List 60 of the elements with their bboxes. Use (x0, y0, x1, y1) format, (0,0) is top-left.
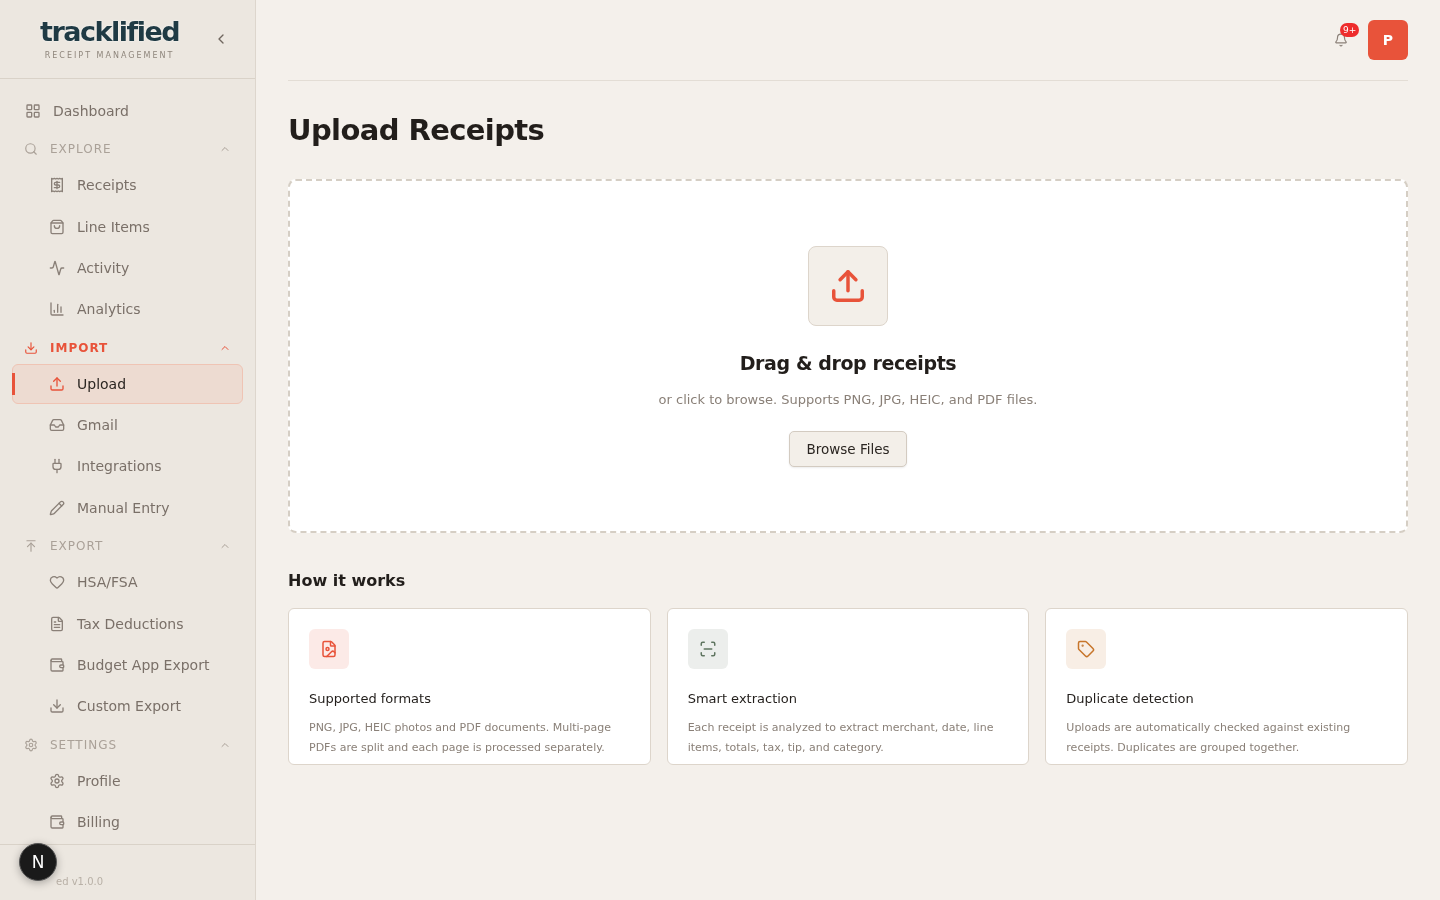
menu-icon (49, 177, 65, 194)
dropzone-hint: or click to browse. Supports PNG, JPG, HEIC, and PDF files. (658, 391, 1038, 407)
notification-count: 9+ (1340, 23, 1360, 37)
sidebar-item[interactable]: Custom Export (12, 686, 243, 726)
sidebar-item[interactable]: Dashboard (12, 91, 243, 131)
menu-icon (49, 615, 65, 632)
scan-icon (687, 629, 728, 669)
menu-icon (49, 499, 65, 516)
sidebar-item[interactable]: HSA/FSA (12, 562, 243, 603)
sidebar-item[interactable]: Budget App Export (12, 645, 243, 685)
dropzone-title: Drag & drop receipts (739, 351, 957, 374)
avatar-button[interactable]: P (1368, 20, 1408, 60)
logo-tagline: RECEIPT MANAGEMENT (44, 51, 175, 60)
tag-icon (1066, 629, 1107, 669)
sidebar-item[interactable]: Analytics (12, 289, 243, 329)
sidebar-item[interactable]: Billing (12, 802, 243, 842)
section-icon (24, 737, 38, 752)
sidebar-item[interactable]: Tax Deductions (12, 604, 243, 644)
sidebar-item[interactable]: Integrations (12, 446, 243, 487)
menu-icon (49, 375, 65, 392)
section-icon (24, 539, 38, 554)
sidebar-item[interactable]: Profile (12, 761, 243, 801)
section-icon (24, 340, 38, 355)
browse-files-button[interactable]: Browse Files (789, 430, 907, 467)
notifications-button[interactable] (1334, 33, 1348, 47)
page-title: Upload Receipts (288, 113, 546, 147)
menu-icon (49, 218, 65, 235)
sidebar-section-header[interactable]: IMPORT (12, 330, 243, 365)
menu-icon (49, 417, 65, 434)
card-text: Each receipt is analyzed to extract merchant, date, line items, totals, tax, tip, and category. (687, 720, 995, 756)
menu-icon (49, 574, 65, 591)
sidebar-item[interactable]: Activity (12, 248, 243, 288)
card-text: PNG, JPG, HEIC photos and PDF documents. Multi-page PDFs are split and each page is processed separately. (309, 720, 613, 756)
upload-icon (808, 245, 888, 326)
sidebar-item[interactable]: Manual Entry (12, 488, 243, 528)
menu-icon (49, 814, 65, 831)
dev-badge[interactable]: N (19, 843, 57, 881)
menu-icon (49, 657, 65, 674)
dropzone[interactable]: Drag & drop receipts or click to browse. Supports PNG, JPG, HEIC, and PDF files. Browse Files (288, 179, 1408, 533)
image-file-icon (309, 629, 349, 669)
grid-icon (25, 102, 41, 119)
sidebar-item[interactable]: Upload (12, 364, 243, 404)
menu-icon (49, 773, 65, 789)
menu-icon (49, 259, 65, 276)
card-text: Uploads are automatically checked against existing receipts. Duplicates are grouped together. (1066, 720, 1352, 756)
logo: tracklified (40, 18, 180, 45)
sidebar-item[interactable]: Line Items (12, 206, 243, 247)
section-icon (24, 142, 38, 156)
sidebar-section-header[interactable]: EXPORT (12, 529, 243, 563)
menu-icon (49, 698, 65, 715)
section-title: How it works (288, 571, 407, 590)
menu-icon (49, 301, 65, 318)
sidebar-section-header[interactable]: SETTINGS (12, 728, 243, 762)
sidebar-section-header[interactable]: EXPLORE (12, 132, 243, 166)
sidebar-item[interactable]: Receipts (12, 165, 243, 205)
menu-icon (49, 458, 65, 475)
card-title: Smart extraction (687, 691, 799, 706)
sidebar-item[interactable]: Gmail (12, 405, 243, 445)
card-title: Duplicate detection (1066, 691, 1195, 706)
card-title: Supported formats (309, 691, 432, 706)
